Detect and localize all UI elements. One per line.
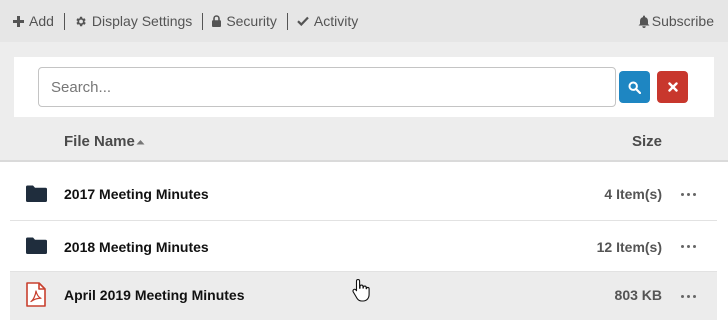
table-row[interactable]: 2017 Meeting Minutes 4 Item(s): [10, 169, 717, 221]
file-name[interactable]: April 2019 Meeting Minutes: [64, 287, 244, 303]
size-header-label: Size: [631, 133, 662, 150]
check-icon: [297, 16, 309, 26]
search-icon: [628, 80, 641, 94]
toolbar-divider: [202, 12, 204, 30]
folder-icon: [26, 185, 47, 202]
file-name[interactable]: 2017 Meeting Minutes: [64, 186, 209, 202]
search-panel: [0, 42, 728, 129]
search-input[interactable]: [38, 67, 616, 107]
file-name[interactable]: 2018 Meeting Minutes: [64, 239, 209, 255]
plus-icon: [13, 15, 24, 27]
clear-search-button[interactable]: [657, 71, 688, 103]
file-size: 803 KB: [614, 287, 662, 303]
size-column-header[interactable]: Size: [632, 133, 662, 150]
file-size: 12 Item(s): [596, 239, 662, 255]
ellipsis-icon: [681, 245, 684, 248]
gear-icon: [76, 16, 86, 26]
activity-button[interactable]: Activity: [297, 13, 358, 29]
search-button[interactable]: [619, 71, 650, 103]
activity-label: Activity: [313, 13, 359, 29]
subscribe-button[interactable]: Subscribe: [638, 0, 714, 42]
row-actions-menu[interactable]: [679, 291, 698, 302]
row-actions-menu[interactable]: [679, 241, 698, 252]
subscribe-label: Subscribe: [651, 13, 714, 29]
toolbar-divider: [286, 12, 288, 30]
table-row[interactable]: April 2019 Meeting Minutes 803 KB: [10, 272, 717, 320]
toolbar: Add Display Settings Security Activity S…: [0, 0, 728, 42]
file-size: 4 Item(s): [604, 186, 662, 202]
ellipsis-icon: [681, 193, 684, 196]
bell-icon: [638, 15, 650, 28]
file-name-header-label: File Name: [64, 133, 135, 150]
ellipsis-icon: [681, 295, 684, 298]
display-settings-label: Display Settings: [91, 13, 193, 29]
folder-icon: [26, 237, 47, 254]
security-label: Security: [226, 13, 277, 29]
table-header: File Name Size: [0, 129, 728, 162]
close-icon: [667, 82, 678, 92]
lock-icon: [212, 15, 222, 27]
security-button[interactable]: Security: [212, 13, 277, 29]
add-button[interactable]: Add: [13, 13, 54, 29]
search-bar: [14, 57, 714, 117]
table-row[interactable]: 2018 Meeting Minutes 12 Item(s): [10, 221, 717, 272]
display-settings-button[interactable]: Display Settings: [74, 13, 192, 29]
add-label: Add: [29, 13, 54, 29]
sort-ascending-icon: [136, 139, 145, 144]
pdf-file-icon: [26, 282, 46, 307]
row-actions-menu[interactable]: [679, 189, 698, 200]
toolbar-divider: [63, 12, 65, 30]
file-name-column-header[interactable]: File Name: [64, 133, 145, 150]
